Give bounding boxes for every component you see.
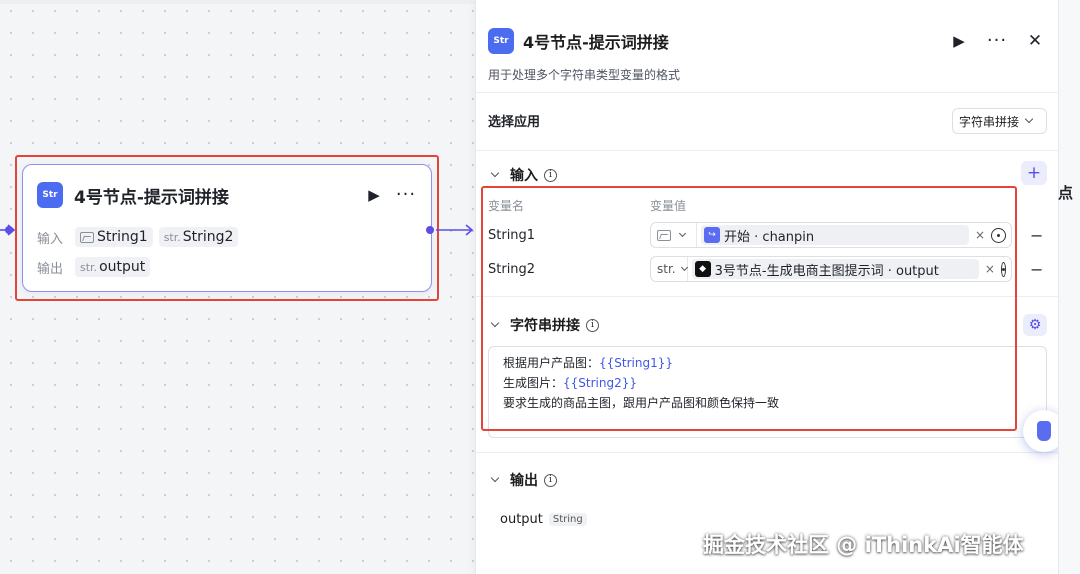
divider [476, 150, 1059, 151]
divider [476, 92, 1059, 93]
type-prefix: str. [163, 230, 181, 244]
input-name: String1 [97, 229, 148, 245]
more-icon[interactable]: ··· [986, 30, 1008, 52]
node-card-4[interactable]: Str 4号节点-提示词拼接 ▶ ··· 输入 String1 str. Str… [22, 164, 432, 292]
output-variable: output String [500, 512, 587, 527]
node-input-row: 输入 String1 str. String2 [37, 227, 244, 247]
string-app-icon: Str [37, 182, 63, 208]
input-section-title: 输入 [510, 168, 538, 184]
input-label: 输入 [37, 231, 64, 247]
output-label: 输出 [37, 261, 64, 277]
panel-title: 4号节点-提示词拼接 [523, 33, 669, 52]
node-header: Str 4号节点-提示词拼接 ▶ ··· [37, 181, 417, 209]
more-icon[interactable]: ··· [395, 184, 417, 206]
output-section-header[interactable]: 输出 i [490, 470, 557, 490]
panel-description: 用于处理多个字符串类型变量的格式 [488, 68, 681, 82]
gear-icon[interactable]: ⚙ [1023, 314, 1047, 336]
chevron-down-icon [490, 168, 500, 178]
info-icon[interactable]: i [544, 473, 557, 487]
app-select-value: 字符串拼接 [959, 114, 1020, 129]
info-icon[interactable]: i [544, 168, 557, 182]
right-side-strip [1058, 0, 1080, 574]
remove-row-button[interactable]: − [1030, 260, 1043, 279]
image-icon [80, 231, 94, 243]
input-chip-string1: String1 [75, 227, 153, 247]
assistant-icon [1037, 421, 1051, 441]
right-strip-text: 点 [1058, 184, 1074, 202]
type-prefix: str. [80, 260, 98, 274]
input-port[interactable] [5, 226, 13, 234]
chevron-down-icon [490, 473, 500, 483]
input-section-header[interactable]: 输入 i [490, 165, 557, 185]
outgoing-edge [436, 224, 474, 236]
close-icon[interactable]: ✕ [1024, 30, 1046, 52]
node-title: 4号节点-提示词拼接 [74, 187, 229, 208]
input-name: String2 [182, 229, 234, 245]
panel-highlight-box [481, 186, 1017, 431]
remove-row-button[interactable]: − [1030, 226, 1043, 245]
add-variable-button[interactable]: + [1021, 161, 1047, 185]
run-icon[interactable]: ▶ [948, 30, 970, 52]
input-chip-string2: str. String2 [158, 227, 239, 247]
output-name: output [99, 259, 146, 275]
node-output-row: 输出 str. output [37, 257, 156, 277]
node-config-panel: Str 4号节点-提示词拼接 ▶ ··· ✕ 用于处理多个字符串类型变量的格式 … [475, 0, 1059, 574]
select-app-label: 选择应用 [488, 115, 541, 130]
output-var-type: String [548, 513, 587, 526]
string-app-icon: Str [488, 28, 514, 54]
divider [476, 452, 1059, 453]
output-chip: str. output [75, 257, 151, 277]
output-port[interactable] [426, 226, 434, 234]
output-var-name: output [500, 512, 543, 527]
run-icon[interactable]: ▶ [363, 184, 385, 206]
watermark: 掘金技术社区 @ iThinkAi智能体 [703, 533, 1024, 557]
chevron-down-icon [1024, 114, 1034, 124]
output-section-title: 输出 [510, 473, 538, 489]
panel-header: Str 4号节点-提示词拼接 ▶ ··· ✕ [488, 28, 1046, 54]
app-select[interactable]: 字符串拼接 [952, 108, 1047, 134]
